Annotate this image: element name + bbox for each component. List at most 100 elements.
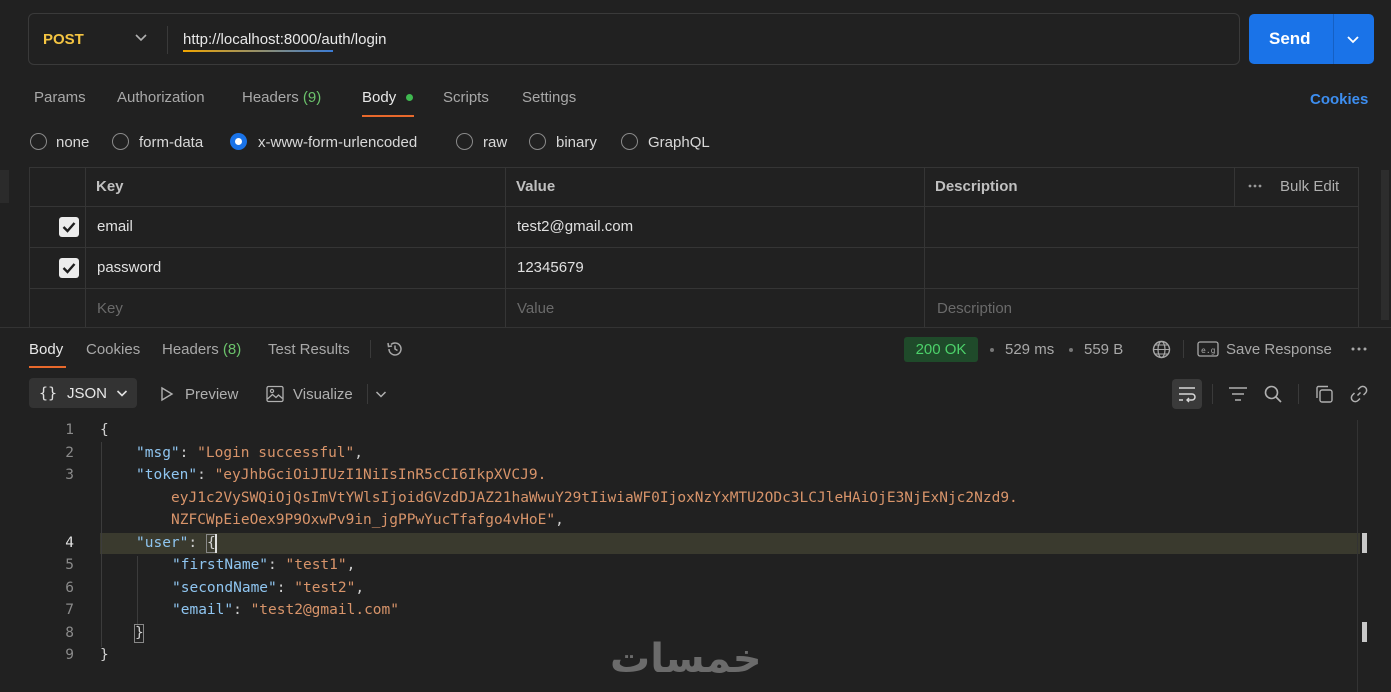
active-tab-indicator	[362, 115, 414, 117]
body-modified-dot	[406, 94, 413, 101]
row-border	[29, 247, 1359, 248]
json-line-secondname: "secondName": "test2",	[172, 580, 365, 596]
tab-authorization[interactable]: Authorization	[117, 89, 205, 106]
indent-guide	[137, 556, 138, 626]
radio-label-raw[interactable]: raw	[483, 134, 507, 151]
chevron-down-icon[interactable]	[374, 387, 388, 401]
json-line-email: "email": "test2@gmail.com"	[172, 602, 399, 618]
radio-label-binary[interactable]: binary	[556, 134, 597, 151]
format-label: JSON	[67, 385, 108, 402]
radio-label-urlencoded[interactable]: x-www-form-urlencoded	[258, 134, 417, 151]
radio-label-none[interactable]: none	[56, 134, 89, 151]
scrollbar-track[interactable]	[1357, 420, 1358, 692]
cookies-link[interactable]: Cookies	[1310, 91, 1368, 108]
svg-text:e.g: e.g	[1201, 346, 1216, 355]
value-placeholder[interactable]: Value	[517, 300, 554, 317]
bulk-edit-button[interactable]: Bulk Edit	[1280, 178, 1339, 195]
tab-scripts[interactable]: Scripts	[443, 89, 489, 106]
response-tab-test-results[interactable]: Test Results	[268, 341, 350, 358]
col-border	[1234, 167, 1235, 206]
chevron-down-icon[interactable]	[1345, 31, 1361, 47]
json-value: "Login successful"	[197, 445, 355, 461]
tab-settings[interactable]: Settings	[522, 89, 576, 106]
image-icon[interactable]	[266, 385, 284, 403]
row-border	[29, 206, 1359, 207]
line-number: 8	[65, 625, 74, 641]
radio-label-graphql[interactable]: GraphQL	[648, 134, 710, 151]
save-response-button[interactable]: Save Response	[1226, 341, 1332, 358]
json-value-wrap: eyJ1c2VySWQiOjQsImVtYWlsIjoidGVzdDJAZ21h…	[171, 490, 1018, 506]
scrollbar[interactable]	[1381, 170, 1389, 320]
line-number: 6	[65, 580, 74, 596]
current-line-highlight	[100, 533, 1360, 554]
params-table: Key Value Description Bulk Edit email te…	[29, 167, 1359, 327]
col-border	[924, 167, 925, 327]
response-tab-cookies[interactable]: Cookies	[86, 341, 140, 358]
format-select[interactable]: {} JSON	[29, 378, 137, 408]
history-icon[interactable]	[385, 339, 405, 359]
response-tab-headers[interactable]: Headers (8)	[162, 341, 241, 358]
row-checkbox[interactable]	[59, 217, 79, 237]
send-button[interactable]: Send	[1249, 14, 1374, 64]
wrap-icon	[1177, 385, 1197, 403]
line-number: 3	[65, 467, 74, 483]
response-tab-body[interactable]: Body	[29, 341, 63, 358]
divider	[1212, 384, 1213, 404]
divider	[370, 340, 371, 358]
active-tab-indicator	[29, 366, 66, 368]
divider	[1183, 340, 1184, 358]
search-icon[interactable]	[1263, 384, 1283, 404]
copy-icon[interactable]	[1314, 384, 1334, 404]
visualize-button[interactable]: Visualize	[293, 386, 353, 403]
method-select[interactable]: POST	[43, 31, 84, 48]
param-key[interactable]: password	[97, 259, 161, 276]
json-key: "token"	[136, 467, 198, 483]
tab-label: Headers	[162, 341, 219, 358]
headers-count: (9)	[302, 89, 322, 106]
json-line-user: "user":	[136, 535, 198, 551]
param-key[interactable]: email	[97, 218, 133, 235]
line-number: 2	[65, 445, 74, 461]
more-icon[interactable]	[1247, 178, 1263, 194]
link-icon[interactable]	[1349, 384, 1369, 404]
tab-body[interactable]: Body	[362, 89, 396, 106]
play-icon[interactable]	[159, 386, 175, 402]
row-checkbox[interactable]	[59, 258, 79, 278]
tab-label: Headers	[242, 89, 299, 106]
header-description: Description	[935, 178, 1018, 195]
more-icon[interactable]	[1350, 341, 1368, 357]
tab-params[interactable]: Params	[34, 89, 86, 106]
json-value: NZFCWpEieOex9P9OxwPv9in_jgPPwYucTfafgo4v…	[171, 512, 556, 528]
globe-icon[interactable]	[1151, 339, 1172, 360]
param-value[interactable]: test2@gmail.com	[517, 218, 633, 235]
indent-guide	[101, 442, 102, 647]
scrollbar-marker	[1362, 533, 1367, 553]
filter-icon[interactable]	[1228, 385, 1248, 403]
description-placeholder[interactable]: Description	[937, 300, 1012, 317]
radio-x-www-form-urlencoded[interactable]	[230, 133, 247, 150]
text-caret	[215, 534, 217, 553]
key-placeholder[interactable]: Key	[97, 300, 123, 317]
preview-button[interactable]: Preview	[185, 386, 238, 403]
url-underline	[183, 50, 333, 52]
radio-form-data[interactable]	[112, 133, 129, 150]
json-key: "secondName"	[172, 580, 277, 596]
response-time: 529 ms	[1005, 341, 1055, 358]
radio-raw[interactable]	[456, 133, 473, 150]
save-icon[interactable]: e.g	[1197, 340, 1219, 358]
radio-none[interactable]	[30, 133, 47, 150]
tab-headers[interactable]: Headers (9)	[242, 89, 321, 106]
radio-graphql[interactable]	[621, 133, 638, 150]
line-number: 9	[65, 647, 74, 663]
line-number: 1	[65, 422, 74, 438]
url-input[interactable]: http://localhost:8000/auth/login	[183, 31, 386, 48]
json-key: "firstName"	[172, 557, 269, 573]
line-number: 5	[65, 557, 74, 573]
radio-binary[interactable]	[529, 133, 546, 150]
json-close-brace: }	[100, 647, 109, 663]
wrap-lines-button[interactable]	[1172, 379, 1202, 409]
radio-label-form-data[interactable]: form-data	[139, 134, 203, 151]
row-border	[29, 167, 1359, 168]
param-value[interactable]: 12345679	[517, 259, 584, 276]
chevron-down-icon[interactable]	[133, 29, 149, 45]
